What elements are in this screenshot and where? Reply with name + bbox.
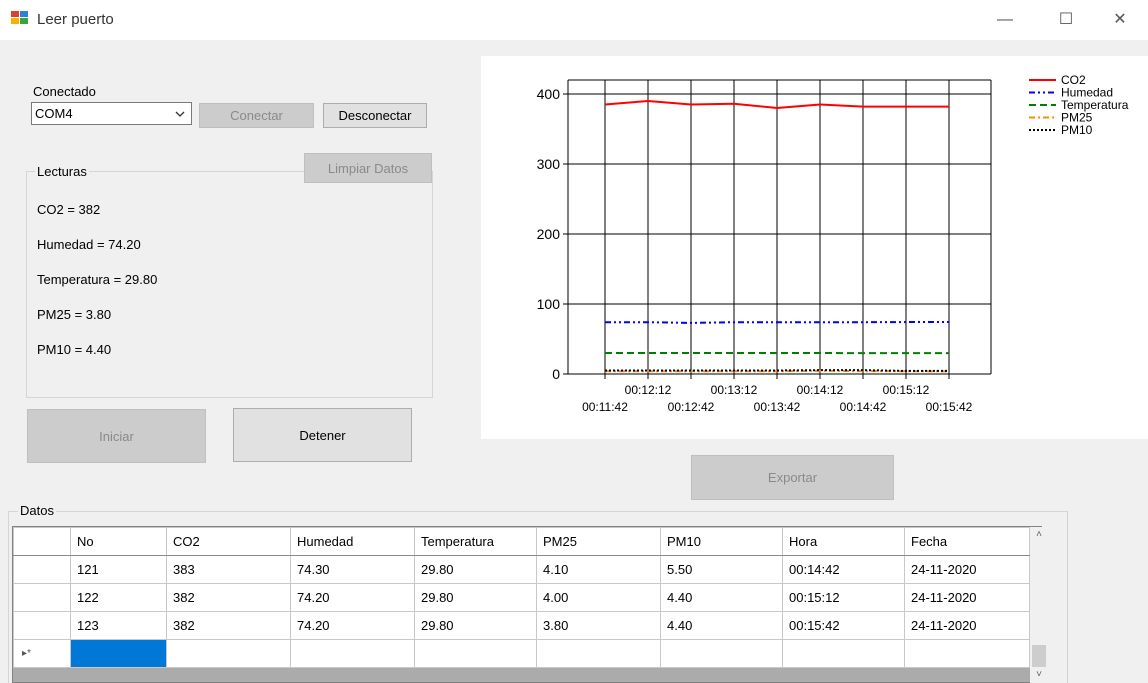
table-cell[interactable]: 24-11-2020 (904, 611, 1030, 640)
scroll-up-icon[interactable]: ˄ (1030, 527, 1048, 543)
chart-series-line-humedad (605, 321, 949, 324)
data-grid[interactable]: No CO2 Humedad Temperatura PM25 PM10 Hor… (12, 526, 1042, 683)
row-header[interactable] (13, 583, 71, 612)
table-cell[interactable]: 383 (166, 555, 291, 584)
new-row-cell[interactable] (904, 639, 1030, 668)
temperature-reading: Temperatura = 29.80 (37, 272, 158, 287)
chart-x-tick-label: 00:15:12 (883, 383, 930, 397)
chart-x-tick-label: 00:11:42 (582, 400, 628, 414)
chart-y-tick-label: 400 (537, 86, 561, 102)
chart-y-tick-label: 100 (537, 296, 561, 312)
connection-status-label: Conectado (33, 84, 96, 99)
new-row-cell[interactable] (782, 639, 905, 668)
table-cell[interactable]: 29.80 (414, 611, 537, 640)
table-cell[interactable]: 24-11-2020 (904, 555, 1030, 584)
pm25-reading: PM25 = 3.80 (37, 307, 112, 322)
table-cell[interactable]: 4.10 (536, 555, 661, 584)
new-row-cell[interactable] (414, 639, 537, 668)
scroll-down-icon[interactable]: ˅ (1030, 667, 1048, 683)
table-cell[interactable]: 00:14:42 (782, 555, 905, 584)
readings-group-title: Lecturas (35, 164, 89, 179)
chart-y-tick-label: 0 (552, 366, 560, 382)
port-select-value: COM4 (35, 106, 73, 121)
new-row-cell[interactable] (660, 639, 783, 668)
table-row[interactable]: 123 382 74.20 29.80 3.80 4.40 00:15:42 2… (13, 611, 1030, 640)
table-cell[interactable]: 121 (70, 555, 167, 584)
clear-data-button[interactable]: Limpiar Datos (304, 153, 432, 183)
data-group-title: Datos (18, 503, 56, 518)
new-row-cell[interactable] (290, 639, 415, 668)
column-header-pm25[interactable]: PM25 (536, 527, 661, 556)
table-cell[interactable]: 4.40 (660, 583, 783, 612)
humidity-reading: Humedad = 74.20 (37, 237, 141, 252)
app-icon (11, 10, 29, 26)
chart-x-tick-label: 00:15:42 (926, 400, 973, 414)
table-row[interactable]: 122 382 74.20 29.80 4.00 4.40 00:15:12 2… (13, 583, 1030, 612)
table-cell[interactable]: 382 (166, 611, 291, 640)
minimize-button[interactable]: — (982, 6, 1028, 34)
grid-vertical-scrollbar[interactable]: ˄ ˅ (1030, 527, 1048, 683)
stop-button[interactable]: Detener (233, 408, 412, 462)
new-row-cell-selected[interactable] (70, 639, 167, 668)
close-button[interactable]: ✕ (1097, 6, 1143, 34)
window-title: Leer puerto (37, 11, 114, 28)
chart-x-tick-label: 00:14:12 (797, 383, 844, 397)
table-cell[interactable]: 74.30 (290, 555, 415, 584)
chart-y-tick-label: 300 (537, 156, 561, 172)
chart-legend-label: PM10 (1061, 123, 1093, 137)
chart-x-tick-label: 00:13:42 (754, 400, 801, 414)
table-cell[interactable]: 4.00 (536, 583, 661, 612)
export-button[interactable]: Exportar (691, 455, 894, 500)
table-cell[interactable]: 00:15:12 (782, 583, 905, 612)
column-header-temperatura[interactable]: Temperatura (414, 527, 537, 556)
table-cell[interactable]: 74.20 (290, 583, 415, 612)
column-header-co2[interactable]: CO2 (166, 527, 291, 556)
sensor-chart-panel: 0 100 200 300 400 00:12:12 00:13:12 00:14:12 00:… (481, 56, 1148, 439)
table-cell[interactable]: 122 (70, 583, 167, 612)
sensor-chart: 0 100 200 300 400 00:12:12 00:13:12 00:14:12 00:… (537, 73, 1129, 414)
data-table: No CO2 Humedad Temperatura PM25 PM10 Hor… (13, 527, 1030, 668)
start-button[interactable]: Iniciar (27, 409, 206, 463)
new-row-marker: ▸* (13, 639, 71, 668)
table-cell[interactable]: 00:15:42 (782, 611, 905, 640)
table-cell[interactable]: 29.80 (414, 555, 537, 584)
table-cell[interactable]: 382 (166, 583, 291, 612)
table-row[interactable]: 121 383 74.30 29.80 4.10 5.50 00:14:42 2… (13, 555, 1030, 584)
connect-button[interactable]: Conectar (199, 103, 314, 128)
table-cell[interactable]: 29.80 (414, 583, 537, 612)
table-cell[interactable]: 123 (70, 611, 167, 640)
scroll-thumb[interactable] (1032, 645, 1046, 667)
disconnect-button[interactable]: Desconectar (323, 103, 427, 128)
chart-y-tick-label: 200 (537, 226, 561, 242)
co2-reading: CO2 = 382 (37, 202, 101, 217)
column-header-no[interactable]: No (70, 527, 167, 556)
table-cell[interactable]: 5.50 (660, 555, 783, 584)
row-header[interactable] (13, 611, 71, 640)
chart-x-tick-label: 00:12:12 (625, 383, 672, 397)
new-row[interactable]: ▸* (13, 639, 1030, 668)
row-header-corner (13, 527, 71, 556)
table-cell[interactable]: 24-11-2020 (904, 583, 1030, 612)
maximize-button[interactable]: ☐ (1043, 6, 1089, 34)
column-header-fecha[interactable]: Fecha (904, 527, 1030, 556)
port-select[interactable]: COM4 (31, 102, 192, 125)
row-header[interactable] (13, 555, 71, 584)
new-row-cell[interactable] (166, 639, 291, 668)
table-cell[interactable]: 3.80 (536, 611, 661, 640)
column-header-pm10[interactable]: PM10 (660, 527, 783, 556)
pm10-reading: PM10 = 4.40 (37, 342, 112, 357)
table-header-row: No CO2 Humedad Temperatura PM25 PM10 Hor… (13, 527, 1030, 556)
column-header-hora[interactable]: Hora (782, 527, 905, 556)
table-cell[interactable]: 74.20 (290, 611, 415, 640)
title-bar (0, 0, 1148, 40)
chart-x-tick-label: 00:14:42 (840, 400, 887, 414)
chart-x-tick-label: 00:12:42 (668, 400, 715, 414)
table-cell[interactable]: 4.40 (660, 611, 783, 640)
chevron-down-icon[interactable] (171, 104, 189, 123)
chart-x-tick-label: 00:13:12 (711, 383, 758, 397)
new-row-cell[interactable] (536, 639, 661, 668)
column-header-humedad[interactable]: Humedad (290, 527, 415, 556)
